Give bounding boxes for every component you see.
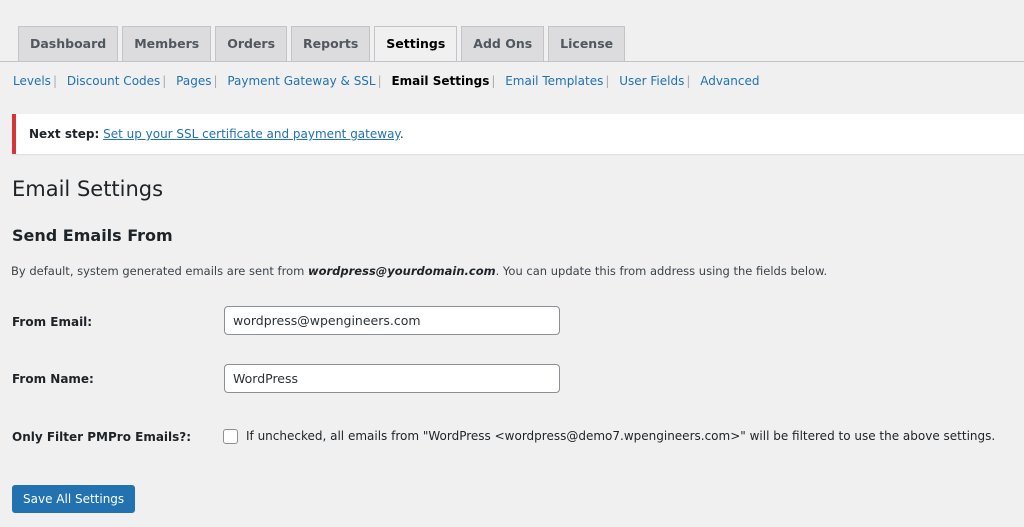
subnav-separator: |	[605, 74, 610, 88]
subnav-discount-codes[interactable]: Discount Codes	[67, 74, 160, 88]
nav-tabs: Dashboard Members Orders Reports Setting…	[18, 26, 626, 62]
subnav-levels[interactable]: Levels	[13, 74, 51, 88]
only-filter-pmpro-label: Only Filter PMPro Emails?:	[12, 430, 192, 444]
subnav-email-settings[interactable]: Email Settings	[391, 74, 489, 88]
subnav-separator: |	[52, 74, 57, 88]
from-email-input[interactable]	[224, 306, 560, 335]
subnav-pages[interactable]: Pages	[176, 74, 211, 88]
subnav-separator: |	[377, 74, 382, 88]
tab-dashboard[interactable]: Dashboard	[18, 26, 119, 61]
notice-prefix: Next step:	[29, 127, 100, 141]
tab-members[interactable]: Members	[122, 26, 212, 61]
only-filter-pmpro-description: If unchecked, all emails from "WordPress…	[246, 429, 996, 443]
subnav-separator: |	[213, 74, 218, 88]
subnav-separator: |	[686, 74, 691, 88]
tab-divider	[0, 61, 1024, 62]
next-step-notice: Next step: Set up your SSL certificate a…	[12, 114, 1024, 154]
only-filter-pmpro-checkbox[interactable]	[223, 429, 238, 444]
save-all-settings-button[interactable]: Save All Settings	[12, 485, 136, 513]
description-after: . You can update this from address using…	[495, 264, 828, 278]
tab-reports[interactable]: Reports	[291, 26, 371, 61]
section-title: Send Emails From	[12, 226, 173, 245]
settings-subnav: Levels | Discount Codes | Pages | Payment G…	[13, 74, 760, 88]
description-before: By default, system generated emails are …	[11, 264, 308, 278]
subnav-separator: |	[162, 74, 167, 88]
description-email: wordpress@yourdomain.com	[307, 264, 496, 278]
notice-suffix: .	[399, 127, 404, 141]
tab-orders[interactable]: Orders	[215, 26, 288, 61]
subnav-email-templates[interactable]: Email Templates	[505, 74, 603, 88]
subnav-advanced[interactable]: Advanced	[700, 74, 759, 88]
notice-ssl-link[interactable]: Set up your SSL certificate and payment …	[103, 127, 400, 141]
subnav-separator: |	[491, 74, 496, 88]
tab-add-ons[interactable]: Add Ons	[461, 26, 545, 61]
from-email-label: From Email:	[12, 315, 93, 329]
page-title: Email Settings	[12, 177, 164, 201]
section-description: By default, system generated emails are …	[11, 264, 827, 278]
from-name-label: From Name:	[12, 372, 94, 386]
subnav-payment-gateway[interactable]: Payment Gateway & SSL	[227, 74, 375, 88]
from-name-input[interactable]	[224, 364, 560, 393]
tab-license[interactable]: License	[548, 26, 626, 61]
subnav-user-fields[interactable]: User Fields	[619, 74, 684, 88]
tab-settings[interactable]: Settings	[374, 26, 458, 62]
